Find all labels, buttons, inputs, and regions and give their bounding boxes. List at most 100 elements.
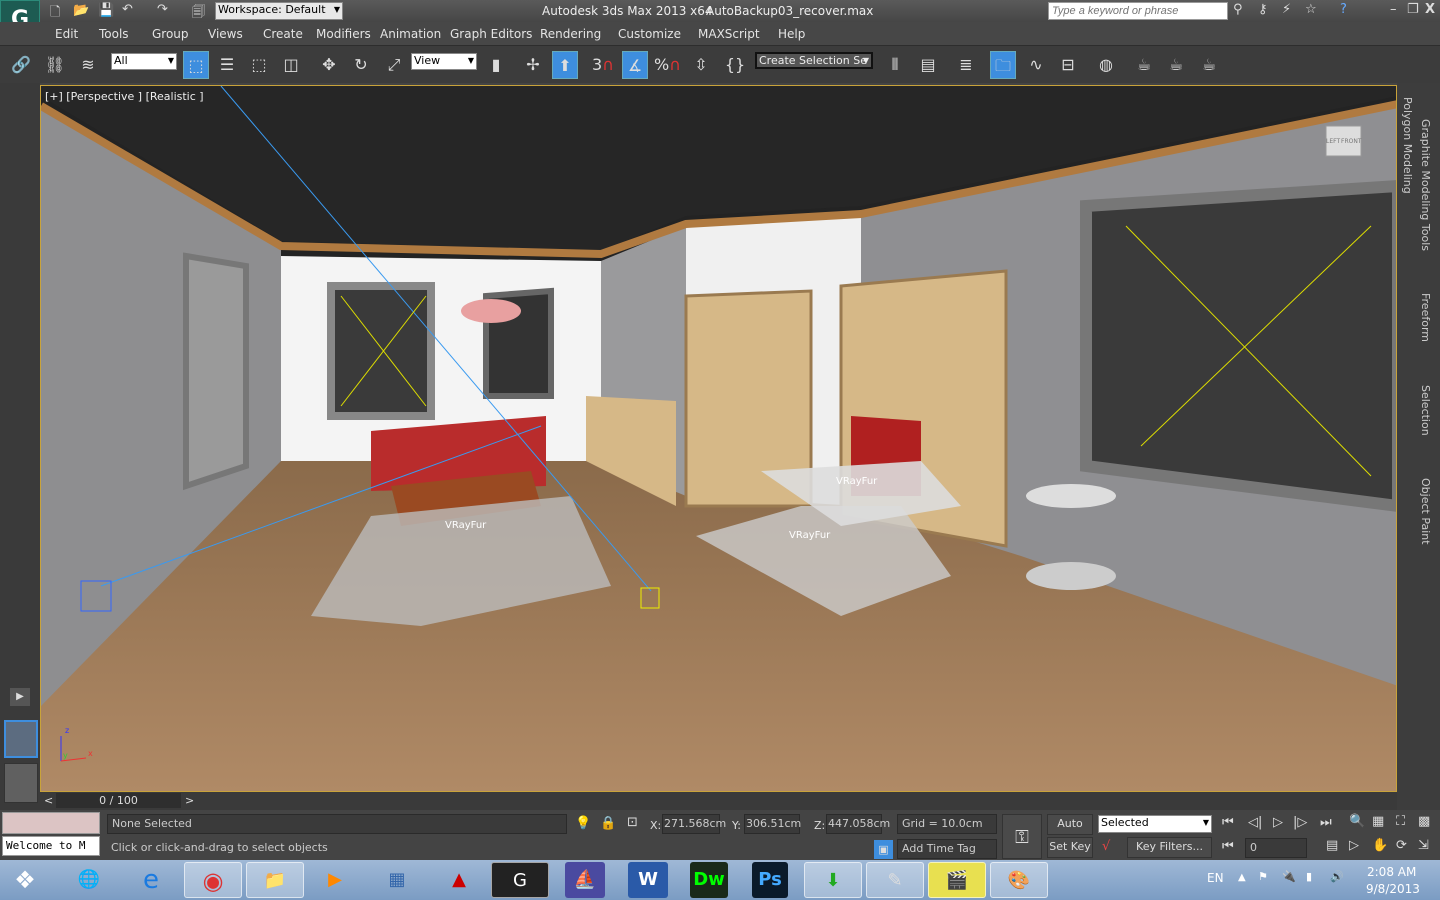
go-to-end-icon[interactable]: ⏭ xyxy=(1320,815,1332,830)
taskbar-chrome[interactable]: ◉ xyxy=(184,862,242,898)
taskbar-ie[interactable]: e xyxy=(122,862,180,898)
keyboard-shortcut-icon[interactable]: ⬆ xyxy=(552,51,578,79)
reference-coordinate-dropdown[interactable]: View xyxy=(411,53,477,70)
menu-tools[interactable]: Tools xyxy=(99,27,129,41)
set-key-button[interactable]: Set Key xyxy=(1047,837,1093,858)
edit-named-selection-icon[interactable]: {} xyxy=(722,51,748,79)
search-input[interactable] xyxy=(1048,2,1228,20)
menu-maxscript[interactable]: MAXScript xyxy=(698,27,760,41)
rect-selection-icon[interactable]: ⬚ xyxy=(246,51,272,79)
select-by-name-icon[interactable]: ☰ xyxy=(214,51,240,79)
orbit-icon[interactable]: ⟳ xyxy=(1396,838,1407,853)
link-icon[interactable]: 🔗 xyxy=(8,51,34,79)
taskbar-network[interactable]: 🌐 xyxy=(60,862,118,898)
fov-icon[interactable]: ▷ xyxy=(1349,838,1359,853)
next-key-icon[interactable]: |▷ xyxy=(1293,815,1307,830)
taskbar-dreamweaver[interactable]: Dw xyxy=(690,862,728,898)
menu-group[interactable]: Group xyxy=(152,27,189,41)
viewcube-left[interactable]: LEFT xyxy=(1326,138,1340,145)
layer-manager-icon[interactable]: ≣ xyxy=(953,51,979,79)
mirror-icon[interactable]: ⫴ xyxy=(882,51,908,79)
redo-icon[interactable]: ↷ xyxy=(157,2,168,17)
menu-rendering[interactable]: Rendering xyxy=(540,27,601,41)
tangent-icon[interactable]: √ xyxy=(1102,839,1110,854)
isolate-icon[interactable]: 💡 xyxy=(575,816,591,831)
clock-time[interactable]: 2:08 AM xyxy=(1367,865,1416,879)
language-indicator[interactable]: EN xyxy=(1207,871,1224,885)
start-button[interactable]: ❖ xyxy=(0,862,50,898)
star-icon[interactable]: ☆ xyxy=(1305,2,1317,17)
save-icon[interactable]: 💾 xyxy=(98,3,114,18)
close-icon[interactable]: X xyxy=(1425,2,1435,17)
viewport-label[interactable]: [+] [Perspective ] [Realistic ] xyxy=(45,90,204,103)
satellite-icon[interactable]: ⚡ xyxy=(1282,2,1291,17)
lock-selection-icon[interactable]: 🔒 xyxy=(600,816,616,831)
perspective-viewport[interactable]: [+] [Perspective ] [Realistic ] VRayFur … xyxy=(40,85,1397,792)
network-signal-icon[interactable]: ▮ xyxy=(1306,870,1312,883)
taskbar-autocad[interactable]: ▲ xyxy=(430,862,488,898)
window-crossing-icon[interactable]: ◫ xyxy=(278,51,304,79)
auto-key-button[interactable]: Auto Key xyxy=(1047,814,1093,848)
percent-snap-button[interactable]: %∩ xyxy=(654,51,681,79)
taskbar-media-classic[interactable]: 🎬 xyxy=(928,862,986,898)
schematic-view-icon[interactable]: ⊟ xyxy=(1055,51,1081,79)
bind-spacewarp-icon[interactable]: ≋ xyxy=(75,51,101,79)
viewport-layout-1[interactable] xyxy=(4,720,38,758)
material-editor-icon[interactable]: ◍ xyxy=(1093,51,1119,79)
taskbar-3dsmax[interactable]: G xyxy=(491,862,549,898)
next-frame-button[interactable]: > xyxy=(185,794,194,807)
unlink-icon[interactable]: ⛓ xyxy=(42,51,68,79)
z-coordinate-field[interactable]: 447.058cm xyxy=(826,814,890,834)
y-coordinate-field[interactable]: 306.51cm xyxy=(744,814,801,834)
taskbar-notepad[interactable]: ✎ xyxy=(866,862,924,898)
maximize-viewport-icon[interactable]: ⇲ xyxy=(1418,838,1429,853)
menu-animation[interactable]: Animation xyxy=(380,27,441,41)
taskbar-app[interactable]: ⛵ xyxy=(565,862,605,898)
rotate-icon[interactable]: ↻ xyxy=(348,51,374,79)
scene-explorer-icon[interactable]: 🗀 xyxy=(990,51,1016,79)
go-to-start-icon[interactable]: ⏮ xyxy=(1222,815,1234,830)
taskbar-paint[interactable]: 🎨 xyxy=(990,862,1048,898)
action-center-flag-icon[interactable]: ⚑ xyxy=(1258,870,1268,883)
manipulate-icon[interactable]: ✢ xyxy=(520,51,546,79)
binoculars-icon[interactable]: ⚲ xyxy=(1233,2,1243,17)
zoom-all-icon[interactable]: ▦ xyxy=(1372,814,1384,829)
clock-date[interactable]: 9/8/2013 xyxy=(1366,882,1420,896)
menu-customize[interactable]: Customize xyxy=(618,27,681,41)
time-slider[interactable]: < 0 / 100 > xyxy=(40,792,1397,810)
zoom-icon[interactable]: 🔍 xyxy=(1349,814,1365,829)
x-coordinate-field[interactable]: 271.568cm xyxy=(662,814,726,834)
named-selection-dropdown[interactable]: Create Selection Se xyxy=(755,52,873,69)
undo-icon[interactable]: ↶ xyxy=(122,2,133,17)
volume-icon[interactable]: 🔊 xyxy=(1330,870,1344,883)
time-slider-thumb[interactable]: 0 / 100 xyxy=(56,793,181,808)
play-icon[interactable]: ▷ xyxy=(1273,815,1283,830)
open-file-icon[interactable]: 📂 xyxy=(73,3,89,18)
maxscript-listener[interactable]: Welcome to M xyxy=(2,836,100,856)
ribbon-tab-object-paint[interactable]: Object Paint xyxy=(1419,478,1432,545)
scale-icon[interactable]: ⤢ xyxy=(381,51,407,79)
rendered-frame-icon[interactable]: ☕ xyxy=(1163,51,1189,79)
time-tag-icon[interactable]: ▣ xyxy=(874,840,893,859)
ribbon-tab-selection[interactable]: Selection xyxy=(1419,385,1432,436)
pan-icon[interactable]: ✋ xyxy=(1372,838,1388,853)
prev-frame-button[interactable]: < xyxy=(44,794,53,807)
key-mode-dropdown[interactable]: Selected xyxy=(1098,815,1212,833)
align-icon[interactable]: ▤ xyxy=(915,51,941,79)
viewcube-front[interactable]: FRONT xyxy=(1341,138,1362,145)
menu-modifiers[interactable]: Modifiers xyxy=(316,27,371,41)
pivot-icon[interactable]: ▮ xyxy=(483,51,509,79)
key-mode-toggle-icon[interactable]: ⏮ xyxy=(1222,839,1234,854)
render-icon[interactable]: ☕ xyxy=(1196,51,1222,79)
viewport-layout-2[interactable] xyxy=(4,763,38,803)
taskbar-calculator[interactable]: ▦ xyxy=(368,862,426,898)
render-setup-icon[interactable]: ☕ xyxy=(1131,51,1157,79)
taskbar-download-manager[interactable]: ⬇ xyxy=(804,862,862,898)
taskbar-word[interactable]: W xyxy=(628,862,668,898)
snap-toggle-button[interactable]: 3∩ xyxy=(590,51,616,79)
ribbon-tab-graphite[interactable]: Graphite Modeling Tools xyxy=(1419,119,1432,251)
workspace-dropdown[interactable]: Workspace: Default xyxy=(215,2,343,20)
minimize-icon[interactable]: – xyxy=(1390,2,1397,17)
prev-key-icon[interactable]: ◁| xyxy=(1248,815,1262,830)
curve-editor-icon[interactable]: ∿ xyxy=(1023,51,1049,79)
